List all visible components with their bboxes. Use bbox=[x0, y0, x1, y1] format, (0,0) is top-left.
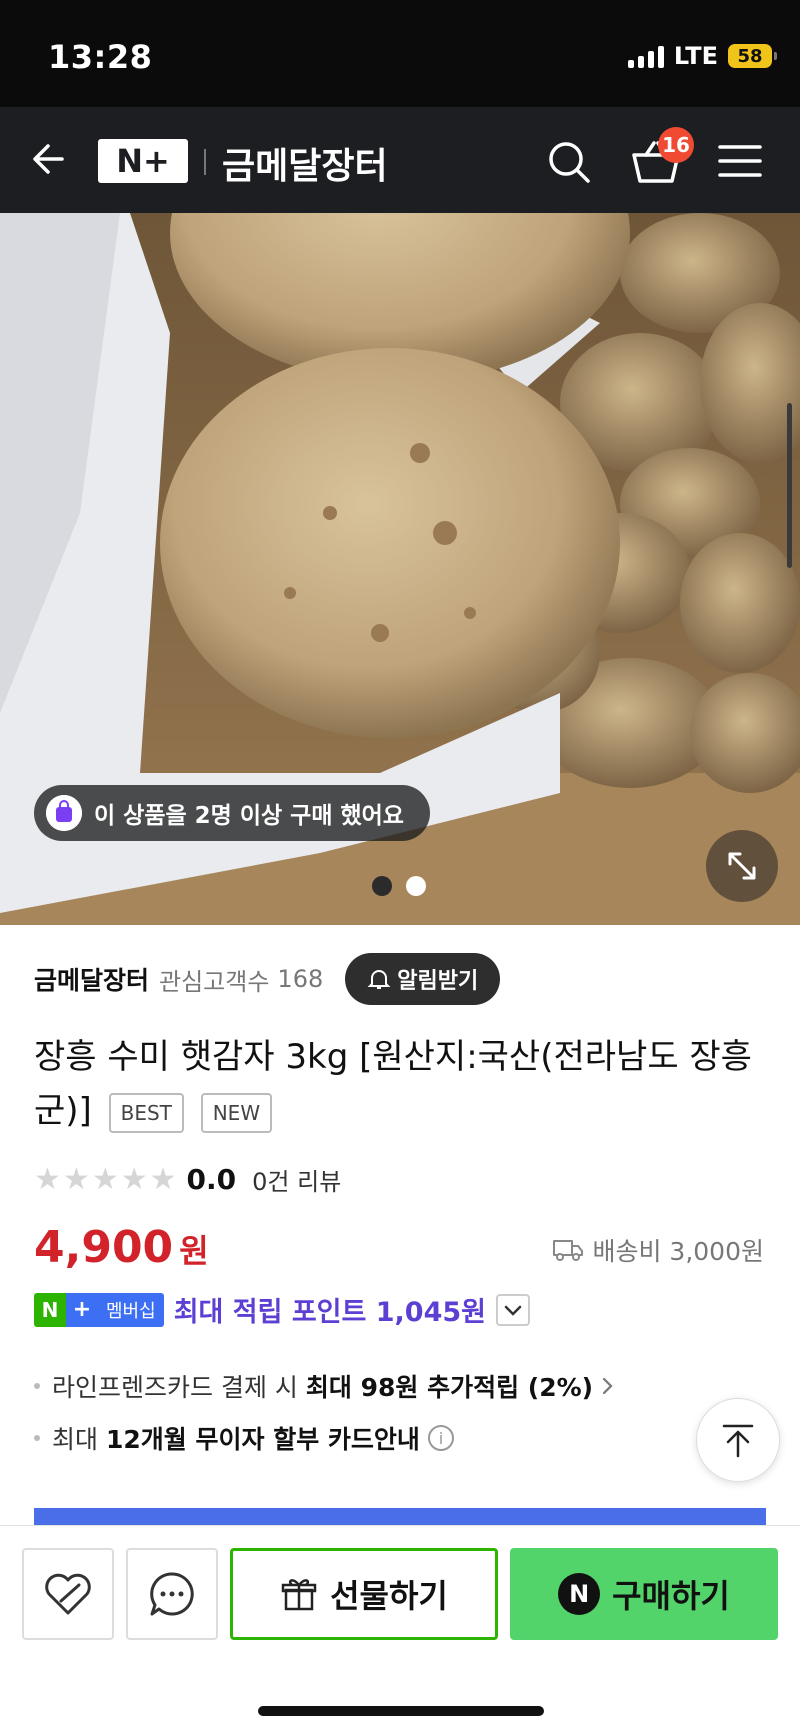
card-benefit-row[interactable]: 라인프렌즈카드 결제 시 최대 98원 추가적립 (2%) bbox=[34, 1368, 617, 1404]
installment-text: 12개월 무이자 할부 카드안내 bbox=[106, 1425, 420, 1454]
naver-pay-icon: N bbox=[558, 1573, 601, 1615]
expand-image-button[interactable] bbox=[706, 830, 778, 902]
heart-icon bbox=[45, 1573, 91, 1615]
card-benefit-prefix: 라인프렌즈카드 결제 시 bbox=[52, 1373, 298, 1402]
wishlist-button[interactable] bbox=[22, 1548, 114, 1640]
product-title: 장흥 수미 햇감자 3kg [원산지:국산(전라남도 장흥군)] BEST NE… bbox=[34, 1030, 774, 1138]
bullet bbox=[34, 1383, 40, 1389]
arrow-up-icon bbox=[722, 1424, 754, 1458]
bottom-action-bar: 선물하기 N 구매하기 bbox=[0, 1525, 800, 1732]
membership-badge-n: N bbox=[34, 1292, 66, 1327]
shopping-bag-icon bbox=[46, 795, 82, 831]
search-button[interactable] bbox=[546, 139, 592, 185]
bullet bbox=[34, 1435, 40, 1441]
shipping-info: 배송비 3,000원 bbox=[552, 1232, 764, 1268]
info-icon[interactable]: i bbox=[427, 1425, 454, 1451]
installment-row[interactable]: 최대 12개월 무이자 할부 카드안내 i bbox=[34, 1420, 454, 1456]
gift-button[interactable]: 선물하기 bbox=[230, 1548, 498, 1640]
shipping-fee: 배송비 3,000원 bbox=[592, 1237, 764, 1266]
carousel-dot-2[interactable] bbox=[406, 876, 426, 896]
home-indicator bbox=[258, 1706, 544, 1716]
arrow-left-icon bbox=[33, 144, 64, 174]
max-points-text: 최대 적립 포인트 1,045원 bbox=[173, 1297, 487, 1328]
follower-label: 관심고객수 bbox=[159, 967, 270, 996]
scroll-to-top-button[interactable] bbox=[696, 1398, 780, 1482]
star-icon: ★ bbox=[34, 1161, 61, 1197]
card-benefit-amount: 최대 98원 추가적립 (2%) bbox=[305, 1373, 594, 1402]
chevron-down-icon bbox=[504, 1305, 522, 1316]
hamburger-icon bbox=[718, 145, 762, 177]
status-indicators: LTE 58 bbox=[627, 42, 777, 70]
review-count[interactable]: 0건 리뷰 bbox=[252, 1162, 341, 1197]
tag-best: BEST bbox=[108, 1092, 184, 1133]
price-value: 4,900 bbox=[34, 1222, 174, 1273]
logo-divider bbox=[204, 149, 206, 175]
purchase-notice-pill: 이 상품을 2명 이상 구매 했어요 bbox=[34, 785, 430, 841]
price-currency: 원 bbox=[179, 1232, 209, 1270]
membership-row[interactable]: N + 멤버십 최대 적립 포인트 1,045원 bbox=[34, 1290, 531, 1329]
menu-button[interactable] bbox=[718, 143, 762, 179]
price-row: 4,900 원 bbox=[34, 1222, 209, 1273]
cart-count-badge: 16 bbox=[658, 127, 694, 163]
gift-icon bbox=[281, 1579, 317, 1611]
star-icon: ★ bbox=[149, 1161, 177, 1197]
purchase-notice-text: 이 상품을 2명 이상 구매 했어요 bbox=[94, 803, 404, 829]
battery-icon: 58 bbox=[728, 44, 777, 68]
page-scroll-indicator bbox=[787, 403, 792, 568]
buy-button-label: 구매하기 bbox=[612, 1577, 730, 1615]
tag-new: NEW bbox=[200, 1092, 273, 1133]
installment-prefix: 최대 bbox=[52, 1425, 99, 1454]
gift-button-label: 선물하기 bbox=[330, 1577, 448, 1615]
rating-stars: ★ ★ ★ ★ ★ bbox=[34, 1161, 177, 1197]
signal-icon bbox=[627, 44, 664, 68]
expand-icon bbox=[728, 852, 756, 880]
network-label: LTE bbox=[673, 42, 718, 70]
chevron-right-icon bbox=[603, 1377, 613, 1395]
notify-button-label: 알림받기 bbox=[397, 969, 479, 994]
bell-plus-icon bbox=[367, 970, 391, 989]
talk-button[interactable] bbox=[126, 1548, 218, 1640]
truck-icon bbox=[553, 1240, 584, 1261]
rating-row[interactable]: ★ ★ ★ ★ ★ 0.0 0건 리뷰 bbox=[34, 1162, 341, 1197]
seller-name[interactable]: 금메달장터 bbox=[34, 961, 149, 997]
star-icon: ★ bbox=[120, 1161, 148, 1197]
points-expand-button[interactable] bbox=[496, 1293, 531, 1326]
product-image-carousel[interactable]: 이 상품을 2명 이상 구매 했어요 bbox=[0, 213, 800, 925]
store-title[interactable]: 금메달장터 bbox=[222, 137, 388, 189]
rating-value: 0.0 bbox=[186, 1163, 237, 1196]
status-time: 13:28 bbox=[48, 38, 153, 76]
membership-badge-plus: + bbox=[66, 1292, 98, 1327]
follower-count: 168 bbox=[277, 965, 324, 993]
search-icon bbox=[549, 142, 590, 183]
app-header: N+ 금메달장터 16 bbox=[0, 107, 800, 213]
status-bar: 13:28 LTE 58 bbox=[0, 0, 800, 107]
buy-button[interactable]: N 구매하기 bbox=[510, 1548, 778, 1640]
naver-plus-logo[interactable]: N+ bbox=[98, 139, 188, 183]
notify-button[interactable]: 알림받기 bbox=[345, 953, 501, 1005]
naver-membership-badge: N + 멤버십 bbox=[34, 1292, 164, 1327]
store-info-row: 금메달장터 관심고객수 168 알림받기 bbox=[34, 953, 501, 1005]
star-icon: ★ bbox=[91, 1161, 119, 1197]
carousel-dot-1[interactable] bbox=[372, 876, 392, 896]
carousel-dots bbox=[372, 876, 426, 896]
back-button[interactable] bbox=[28, 137, 72, 181]
chat-bubble-icon bbox=[150, 1572, 194, 1616]
membership-badge-label: 멤버십 bbox=[98, 1292, 164, 1327]
star-icon: ★ bbox=[62, 1161, 90, 1197]
